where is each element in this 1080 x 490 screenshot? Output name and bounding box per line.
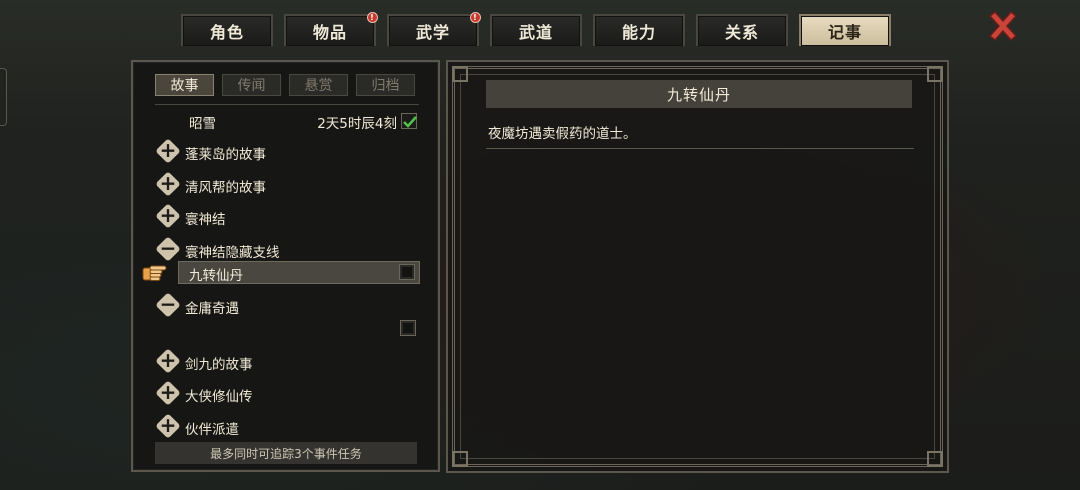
selected-quest-label: 九转仙丹 <box>189 268 243 284</box>
notification-badge-icon: ! <box>367 12 378 23</box>
tab-label: 能力 <box>621 23 656 42</box>
tracked-quest-row[interactable]: 昭雪 2天5时辰4刻 <box>155 110 419 132</box>
corner-ornament <box>927 66 943 82</box>
quest-group-label: 剑九的故事 <box>185 357 253 373</box>
quest-group[interactable]: − 金庸奇遇 <box>155 292 419 320</box>
track-checkbox[interactable] <box>400 320 416 336</box>
quest-detail-description: 夜魔坊遇卖假药的道士。 <box>488 126 637 142</box>
side-edge-tab[interactable] <box>0 68 7 126</box>
notification-badge-icon: ! <box>470 12 481 23</box>
quest-subtabs: 故事 传闻 悬赏 归档 <box>155 74 415 96</box>
tab-relations[interactable]: 关系 <box>696 14 788 46</box>
corner-ornament <box>452 66 468 82</box>
pointing-hand-icon <box>142 265 167 281</box>
quest-group[interactable]: + 蓬莱岛的故事 <box>155 138 419 166</box>
divider <box>155 104 419 105</box>
selected-quest-row[interactable]: 九转仙丹 <box>178 261 420 284</box>
quest-group[interactable]: + 剑九的故事 <box>155 348 419 376</box>
quest-group-label: 寰神结 <box>185 212 226 228</box>
tab-journal[interactable]: 记事 <box>799 14 891 46</box>
subtab-stories[interactable]: 故事 <box>155 74 214 96</box>
corner-ornament <box>927 451 943 467</box>
quest-detail-panel: 九转仙丹 夜魔坊遇卖假药的道士。 <box>446 60 949 473</box>
plus-icon[interactable]: + <box>157 140 179 162</box>
tab-label: 物品 <box>312 23 347 42</box>
tab-martial-way[interactable]: 武道 <box>490 14 582 46</box>
quest-group[interactable]: + 清风帮的故事 <box>155 171 419 199</box>
main-tab-bar: 角色 物品! 武学! 武道 能力 关系 记事 <box>181 12 891 46</box>
tab-label: 关系 <box>724 23 759 42</box>
plus-icon[interactable]: + <box>157 205 179 227</box>
quest-group[interactable]: + 大侠修仙传 <box>155 380 419 408</box>
quest-group-label: 蓬莱岛的故事 <box>185 147 266 163</box>
plus-icon[interactable]: + <box>157 350 179 372</box>
quest-detail-title: 九转仙丹 <box>486 80 912 108</box>
tab-label: 角色 <box>209 23 244 42</box>
plus-icon[interactable]: + <box>157 415 179 437</box>
quest-list-panel: 故事 传闻 悬赏 归档 昭雪 2天5时辰4刻 + 蓬莱岛的故事 + 清风帮的故事… <box>131 60 440 472</box>
corner-ornament <box>452 451 468 467</box>
close-button[interactable] <box>985 8 1021 44</box>
tab-character[interactable]: 角色 <box>181 14 273 46</box>
track-checkbox[interactable] <box>399 264 415 280</box>
quest-group-label: 伙伴派遣 <box>185 422 239 438</box>
minus-icon[interactable]: − <box>157 238 179 260</box>
tab-abilities[interactable]: 能力 <box>593 14 685 46</box>
tracked-quest-time: 2天5时辰4刻 <box>317 116 397 132</box>
quest-group-label: 寰神结隐藏支线 <box>185 245 280 261</box>
quest-group-label: 金庸奇遇 <box>185 301 239 317</box>
tab-items[interactable]: 物品! <box>284 12 378 46</box>
tab-label: 武道 <box>518 23 553 42</box>
track-checkbox[interactable] <box>401 113 417 129</box>
close-x-icon <box>988 10 1018 42</box>
quest-group-label: 清风帮的故事 <box>185 180 266 196</box>
plus-icon[interactable]: + <box>157 173 179 195</box>
tab-martial-arts[interactable]: 武学! <box>387 12 481 46</box>
divider <box>486 148 914 149</box>
tracking-limit-note: 最多同时可追踪3个事件任务 <box>155 442 417 464</box>
quest-group-label: 大侠修仙传 <box>185 389 253 405</box>
tracked-quest-name: 昭雪 <box>189 116 216 132</box>
quest-group[interactable]: + 寰神结 <box>155 203 419 231</box>
subtab-bounties[interactable]: 悬赏 <box>289 74 348 96</box>
minus-icon[interactable]: − <box>157 294 179 316</box>
tab-label: 记事 <box>827 23 862 42</box>
checkmark-icon <box>403 116 417 128</box>
plus-icon[interactable]: + <box>157 382 179 404</box>
tab-label: 武学 <box>415 23 450 42</box>
quest-group[interactable]: + 伙伴派遣 <box>155 413 419 441</box>
subtab-archive[interactable]: 归档 <box>356 74 415 96</box>
subtab-rumors[interactable]: 传闻 <box>222 74 281 96</box>
